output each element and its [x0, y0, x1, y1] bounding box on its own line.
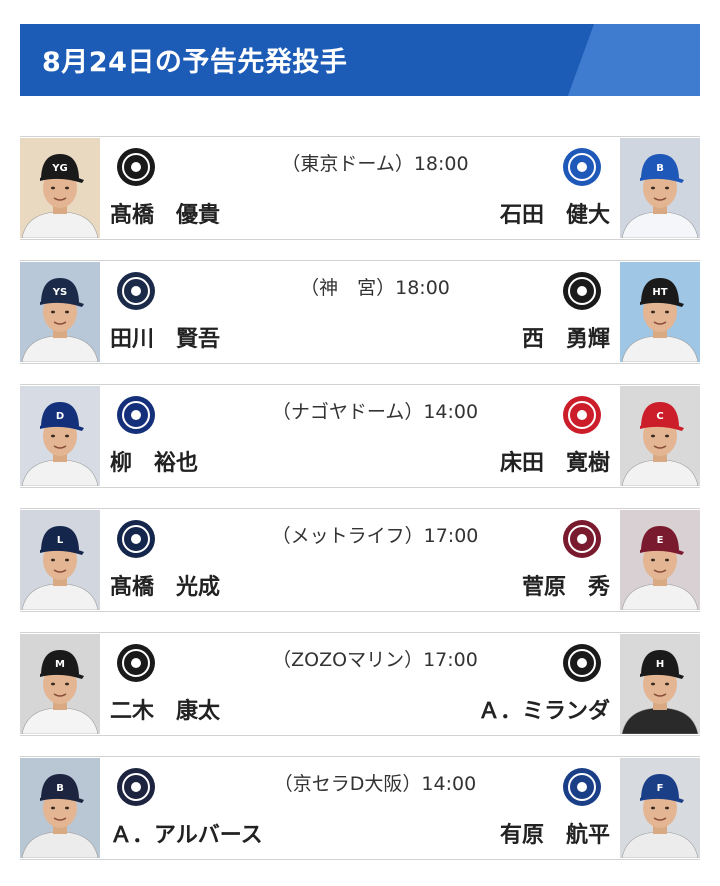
home-pitcher-name[interactable]: 髙橋 優貴 — [110, 197, 220, 229]
venue-time: （京セラD大阪）14:00 — [273, 773, 477, 795]
venue-time: （ZOZOマリン）17:00 — [272, 649, 478, 671]
home-pitcher-name[interactable]: Ａ．アルバース — [110, 817, 263, 849]
game-row[interactable]: D （ナゴヤドーム）14:00 柳 裕也 床田 寛樹 C — [20, 384, 700, 488]
svg-text:C: C — [656, 411, 663, 422]
home-pitcher-photo: L — [20, 510, 100, 610]
away-pitcher-name[interactable]: 石田 健大 — [500, 197, 610, 229]
venue-time: （神 宮）18:00 — [300, 277, 450, 299]
venue-time: （東京ドーム）18:00 — [281, 153, 469, 175]
lions-logo-icon — [112, 517, 160, 561]
away-pitcher-photo: E — [620, 510, 700, 610]
venue-time: （ナゴヤドーム）14:00 — [271, 401, 479, 423]
home-pitcher-photo: YS — [20, 262, 100, 362]
svg-text:M: M — [55, 659, 65, 670]
svg-text:HT: HT — [652, 287, 667, 298]
away-pitcher-photo: H — [620, 634, 700, 734]
svg-text:B: B — [56, 783, 64, 794]
home-pitcher-name[interactable]: 二木 康太 — [110, 693, 220, 725]
svg-text:D: D — [56, 411, 64, 422]
svg-text:L: L — [57, 535, 64, 546]
svg-text:F: F — [657, 783, 664, 794]
home-pitcher-name[interactable]: 田川 賢吾 — [110, 321, 220, 353]
eagles-logo-icon — [558, 517, 606, 561]
page-header: 8月24日の予告先発投手 — [20, 24, 700, 96]
fighters-logo-icon — [558, 765, 606, 809]
away-pitcher-name[interactable]: 西 勇輝 — [522, 321, 610, 353]
swallows-logo-icon — [112, 269, 160, 313]
game-row[interactable]: YS （神 宮）18:00 田川 賢吾 西 勇輝 HT — [20, 260, 700, 364]
away-pitcher-photo: B — [620, 138, 700, 238]
buffaloes-logo-icon — [112, 765, 160, 809]
venue-time: （メットライフ）17:00 — [271, 525, 479, 547]
svg-text:B: B — [656, 163, 664, 174]
svg-text:E: E — [657, 535, 664, 546]
away-pitcher-name[interactable]: Ａ．ミランダ — [478, 693, 610, 725]
svg-text:H: H — [656, 659, 664, 670]
baystars-logo-icon — [558, 145, 606, 189]
marines-logo-icon — [112, 641, 160, 685]
away-pitcher-name[interactable]: 菅原 秀 — [522, 569, 610, 601]
carp-logo-icon — [558, 393, 606, 437]
giants-logo-icon — [112, 145, 160, 189]
away-pitcher-photo: C — [620, 386, 700, 486]
away-pitcher-photo: HT — [620, 262, 700, 362]
home-pitcher-name[interactable]: 柳 裕也 — [110, 445, 198, 477]
away-pitcher-photo: F — [620, 758, 700, 858]
dragons-logo-icon — [112, 393, 160, 437]
game-row[interactable]: M （ZOZOマリン）17:00 二木 康太 Ａ．ミランダ H — [20, 632, 700, 736]
svg-text:YG: YG — [51, 163, 67, 174]
home-pitcher-photo: D — [20, 386, 100, 486]
home-pitcher-name[interactable]: 髙橋 光成 — [110, 569, 220, 601]
away-pitcher-name[interactable]: 有原 航平 — [500, 817, 610, 849]
game-row[interactable]: L （メットライフ）17:00 髙橋 光成 菅原 秀 E — [20, 508, 700, 612]
page-title: 8月24日の予告先発投手 — [42, 47, 348, 78]
header-decoration — [550, 24, 700, 96]
away-pitcher-name[interactable]: 床田 寛樹 — [500, 445, 610, 477]
home-pitcher-photo: YG — [20, 138, 100, 238]
tigers-logo-icon — [558, 269, 606, 313]
svg-text:YS: YS — [52, 287, 67, 298]
game-row[interactable]: YG （東京ドーム）18:00 髙橋 優貴 石田 健大 B — [20, 136, 700, 240]
game-row[interactable]: B （京セラD大阪）14:00 Ａ．アルバース 有原 航平 F — [20, 756, 700, 860]
home-pitcher-photo: M — [20, 634, 100, 734]
hawks-logo-icon — [558, 641, 606, 685]
home-pitcher-photo: B — [20, 758, 100, 858]
